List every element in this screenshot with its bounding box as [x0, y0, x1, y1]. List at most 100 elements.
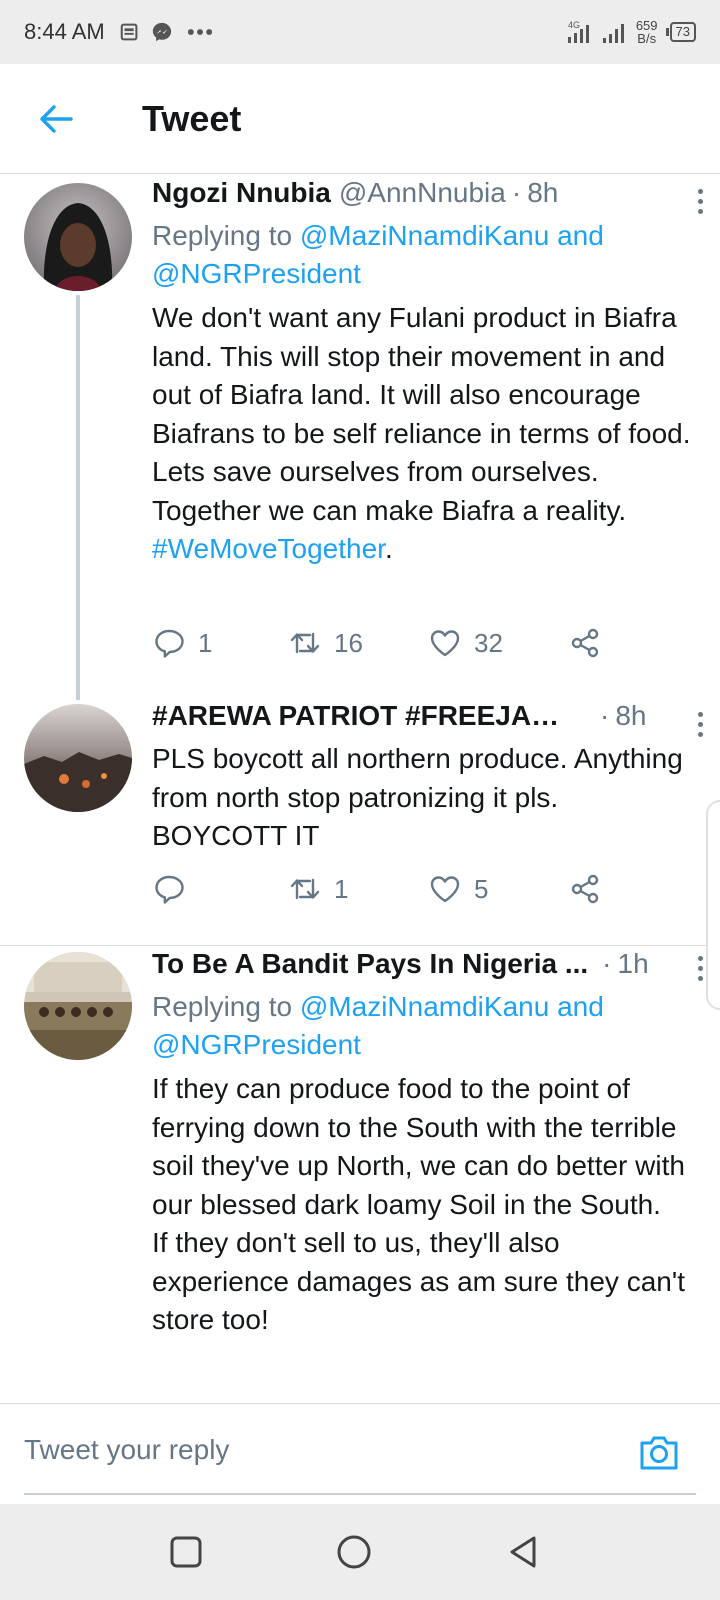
- reply-count: 1: [198, 627, 213, 658]
- replying-and[interactable]: and: [557, 991, 604, 1022]
- tweet-text-end: .: [384, 533, 393, 564]
- tweet-time: 8h: [527, 177, 559, 208]
- retweet-button[interactable]: 1: [288, 872, 348, 906]
- retweet-button[interactable]: 16: [288, 626, 363, 660]
- edge-panel-handle[interactable]: [706, 800, 720, 1010]
- replying-and[interactable]: and: [557, 220, 604, 251]
- back-arrow-icon: [40, 104, 73, 133]
- replying-prefix: Replying to: [152, 220, 293, 251]
- svg-text:4G: 4G: [568, 20, 580, 30]
- speed-unit: B/s: [637, 31, 657, 46]
- mention-link[interactable]: @MaziNnamdiKanu: [300, 220, 549, 251]
- signal-4g-icon: 4G: [567, 20, 589, 43]
- reply-input[interactable]: [24, 1434, 584, 1466]
- tweet-body[interactable]: #AREWA PATRIOT #FREEJAN... · 8h PLS boyc…: [152, 700, 692, 856]
- camera-button[interactable]: [638, 1432, 680, 1472]
- tweet-actions: 1 5: [152, 867, 692, 911]
- retweet-icon: [290, 878, 320, 900]
- share-button[interactable]: [568, 872, 602, 906]
- tweet-header: #AREWA PATRIOT #FREEJAN... · 8h: [152, 700, 692, 740]
- like-icon: [430, 876, 460, 903]
- battery-level: 73: [669, 22, 696, 42]
- mention-link[interactable]: @MaziNnamdiKanu: [300, 991, 549, 1022]
- author-name[interactable]: To Be A Bandit Pays In Nigeria ...: [152, 948, 588, 980]
- retweet-count: 16: [334, 627, 363, 658]
- reply-bar: [0, 1403, 720, 1499]
- notification-icons: [119, 21, 217, 43]
- like-button[interactable]: 32: [428, 626, 503, 660]
- tweet-item[interactable]: To Be A Bandit Pays In Nigeria ... · 1h …: [0, 946, 720, 1403]
- mention-link[interactable]: @NGRPresident: [152, 1029, 361, 1060]
- tweet-actions: 1 16 32: [152, 621, 692, 665]
- author-name[interactable]: Ngozi Nnubia: [152, 177, 331, 209]
- avatar[interactable]: [24, 704, 132, 812]
- retweet-icon: [290, 632, 320, 654]
- tweet-feed[interactable]: Ngozi Nnubia @AnnNnubia · 8h Replying to…: [0, 175, 720, 1403]
- author-handle[interactable]: @AnnNnubia: [339, 177, 506, 209]
- like-button[interactable]: 5: [428, 872, 488, 906]
- network-speed: 659 B/s: [636, 19, 658, 45]
- share-icon: [571, 874, 599, 904]
- more-options-button[interactable]: [688, 704, 712, 744]
- replying-to: Replying to @MaziNnamdiKanu and @NGRPres…: [152, 988, 692, 1064]
- tweet-text: PLS boycott all northern produce. Anythi…: [152, 743, 683, 851]
- news-icon: [120, 23, 138, 41]
- page-title: Tweet: [142, 97, 242, 139]
- signal-icon: [602, 24, 624, 43]
- header: Tweet: [0, 64, 720, 174]
- reply-icon: [155, 629, 184, 658]
- like-count: 5: [474, 873, 489, 904]
- tweet-text-content: We don't want any Fulani product in Biaf…: [152, 302, 691, 526]
- avatar-photo: [24, 704, 132, 812]
- share-button[interactable]: [568, 626, 602, 660]
- reply-icon: [155, 875, 184, 904]
- avatar-photo: [24, 952, 132, 1060]
- battery-icon: 73: [665, 22, 696, 42]
- avatar-photo: [24, 183, 132, 291]
- separator-dot: ·: [602, 948, 612, 979]
- author-name[interactable]: #AREWA PATRIOT #FREEJAN...: [152, 700, 572, 732]
- tweet-text: We don't want any Fulani product in Biaf…: [152, 299, 692, 569]
- tweet-time: 8h: [615, 700, 647, 731]
- tweet-text: If they can produce food to the point of…: [152, 1070, 692, 1340]
- avatar[interactable]: [24, 952, 132, 1060]
- home-button[interactable]: [334, 1532, 374, 1572]
- mention-link[interactable]: @NGRPresident: [152, 258, 361, 289]
- tweet-header: Ngozi Nnubia @AnnNnubia · 8h: [152, 177, 692, 217]
- separator-dot: ·: [600, 700, 610, 731]
- tweet-paragraph: If they can produce food to the point of…: [152, 1073, 685, 1220]
- circle-icon: [337, 1535, 371, 1569]
- share-icon: [571, 628, 599, 658]
- messenger-icon: [152, 22, 171, 42]
- camera-icon: [640, 1436, 678, 1470]
- reply-button[interactable]: 1: [152, 626, 212, 660]
- back-nav-button[interactable]: [504, 1532, 544, 1572]
- status-indicators: 4G 659 B/s 73: [566, 19, 696, 45]
- separator-dot: ·: [511, 177, 522, 208]
- status-bar: 8:44 AM 4G 659 B/s 73: [0, 0, 720, 64]
- retweet-count: 1: [334, 873, 349, 904]
- tweet-paragraph: If they don't sell to us, they'll also e…: [152, 1227, 685, 1335]
- recents-button[interactable]: [166, 1532, 206, 1572]
- tweet-body[interactable]: To Be A Bandit Pays In Nigeria ... · 1h …: [152, 948, 692, 1340]
- avatar[interactable]: [24, 183, 132, 291]
- like-icon: [430, 630, 460, 657]
- more-notifications-icon: [187, 29, 212, 35]
- tweet-item[interactable]: Ngozi Nnubia @AnnNnubia · 8h Replying to…: [0, 175, 720, 700]
- like-count: 32: [474, 627, 503, 658]
- triangle-back-icon: [510, 1536, 536, 1568]
- hashtag-link[interactable]: #WeMoveTogether: [152, 533, 385, 564]
- replying-to: Replying to @MaziNnamdiKanu and @NGRPres…: [152, 217, 692, 293]
- replying-prefix: Replying to: [152, 991, 293, 1022]
- tweet-item[interactable]: #AREWA PATRIOT #FREEJAN... · 8h PLS boyc…: [0, 700, 720, 925]
- battery-tip: [665, 28, 669, 36]
- back-button[interactable]: [28, 91, 84, 147]
- square-icon: [170, 1536, 202, 1568]
- system-nav-bar: [0, 1504, 720, 1600]
- reply-button[interactable]: [152, 872, 198, 906]
- thread-line: [76, 295, 80, 700]
- more-options-button[interactable]: [688, 181, 712, 221]
- status-time: 8:44 AM: [24, 19, 105, 44]
- reply-underline: [24, 1493, 696, 1495]
- tweet-body[interactable]: Ngozi Nnubia @AnnNnubia · 8h Replying to…: [152, 177, 692, 569]
